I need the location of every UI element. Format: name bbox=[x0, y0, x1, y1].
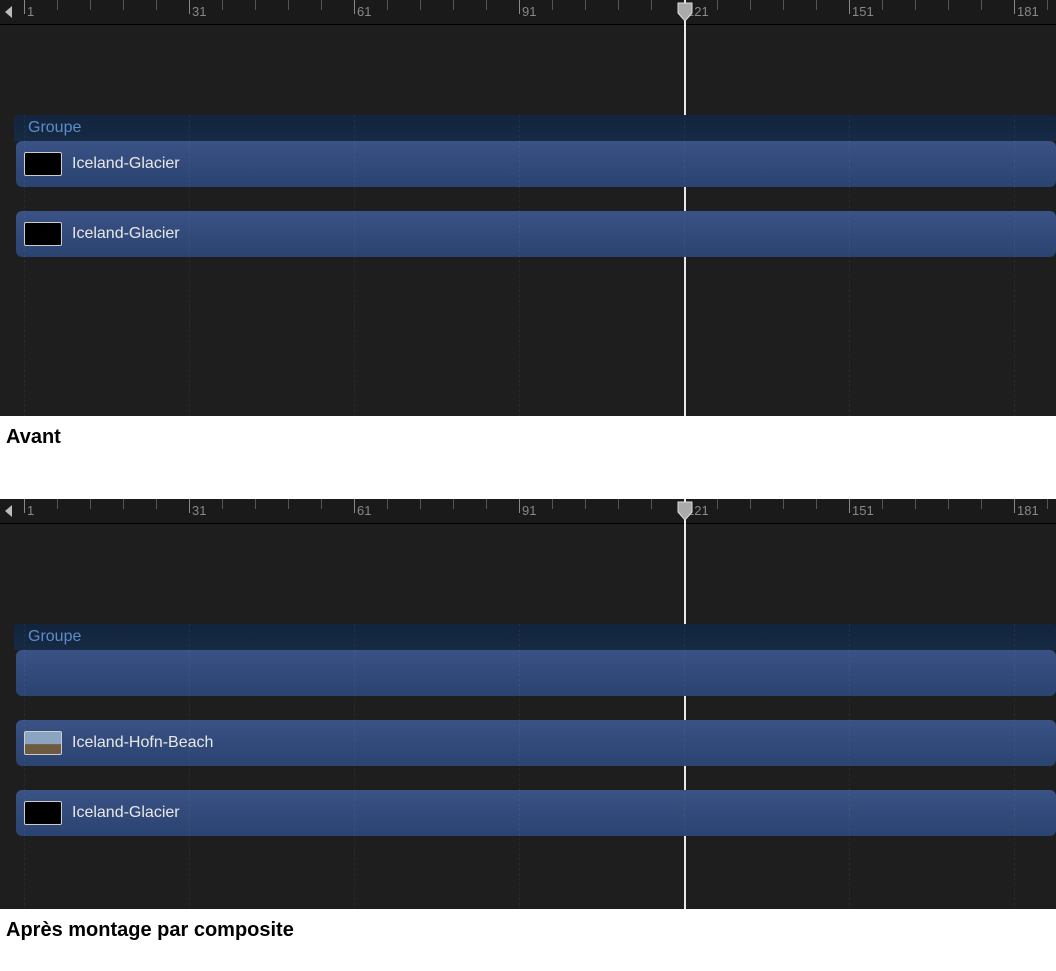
ruler-label: 31 bbox=[192, 4, 206, 19]
clip-thumbnail bbox=[24, 731, 62, 755]
ruler-label: 61 bbox=[357, 503, 371, 518]
clip-thumbnail bbox=[24, 801, 62, 825]
clip-track-empty[interactable] bbox=[16, 650, 1056, 696]
clip-track[interactable]: Iceland-Glacier bbox=[16, 790, 1056, 836]
timeline-after: 1 31 61 91 121 151 181 Groupe Iceland-Hofn-Bea… bbox=[0, 499, 1056, 909]
ruler-label: 91 bbox=[522, 4, 536, 19]
clip-track[interactable]: Iceland-Glacier bbox=[16, 141, 1056, 187]
ruler-label: 1 bbox=[27, 503, 34, 518]
timeline-before: 1 31 61 91 121 151 181 Groupe Iceland-Glacier … bbox=[0, 0, 1056, 416]
ruler-label: 1 bbox=[27, 4, 34, 19]
ruler-label: 181 bbox=[1017, 503, 1039, 518]
timeline-body[interactable]: Groupe Iceland-Hofn-Beach Iceland-Glacie… bbox=[0, 624, 1056, 909]
go-to-start-icon[interactable] bbox=[2, 503, 14, 519]
ruler-label: 151 bbox=[852, 503, 874, 518]
clip-thumbnail bbox=[24, 152, 62, 176]
group-header[interactable]: Groupe bbox=[14, 624, 1056, 650]
clip-track[interactable]: Iceland-Hofn-Beach bbox=[16, 720, 1056, 766]
ruler[interactable]: 1 31 61 91 121 151 181 bbox=[0, 499, 1056, 524]
clip-label: Iceland-Glacier bbox=[72, 804, 180, 822]
timeline-body[interactable]: Groupe Iceland-Glacier Iceland-Glacier bbox=[0, 115, 1056, 416]
ruler-label: 31 bbox=[192, 503, 206, 518]
group-header[interactable]: Groupe bbox=[14, 115, 1056, 141]
clip-label: Iceland-Glacier bbox=[72, 225, 180, 243]
ruler-label: 181 bbox=[1017, 4, 1039, 19]
ruler-label: 121 bbox=[687, 4, 709, 19]
group-label: Groupe bbox=[28, 628, 81, 645]
go-to-start-icon[interactable] bbox=[2, 4, 14, 20]
ruler[interactable]: 1 31 61 91 121 151 181 bbox=[0, 0, 1056, 25]
clip-label: Iceland-Glacier bbox=[72, 155, 180, 173]
clip-thumbnail bbox=[24, 222, 62, 246]
caption-after: Après montage par composite bbox=[0, 909, 1056, 942]
clip-track[interactable]: Iceland-Glacier bbox=[16, 211, 1056, 257]
ruler-label: 91 bbox=[522, 503, 536, 518]
group-label: Groupe bbox=[28, 119, 81, 136]
caption-before: Avant bbox=[0, 416, 1056, 449]
ruler-label: 151 bbox=[852, 4, 874, 19]
clip-label: Iceland-Hofn-Beach bbox=[72, 734, 213, 752]
ruler-label: 61 bbox=[357, 4, 371, 19]
ruler-label: 121 bbox=[687, 503, 709, 518]
